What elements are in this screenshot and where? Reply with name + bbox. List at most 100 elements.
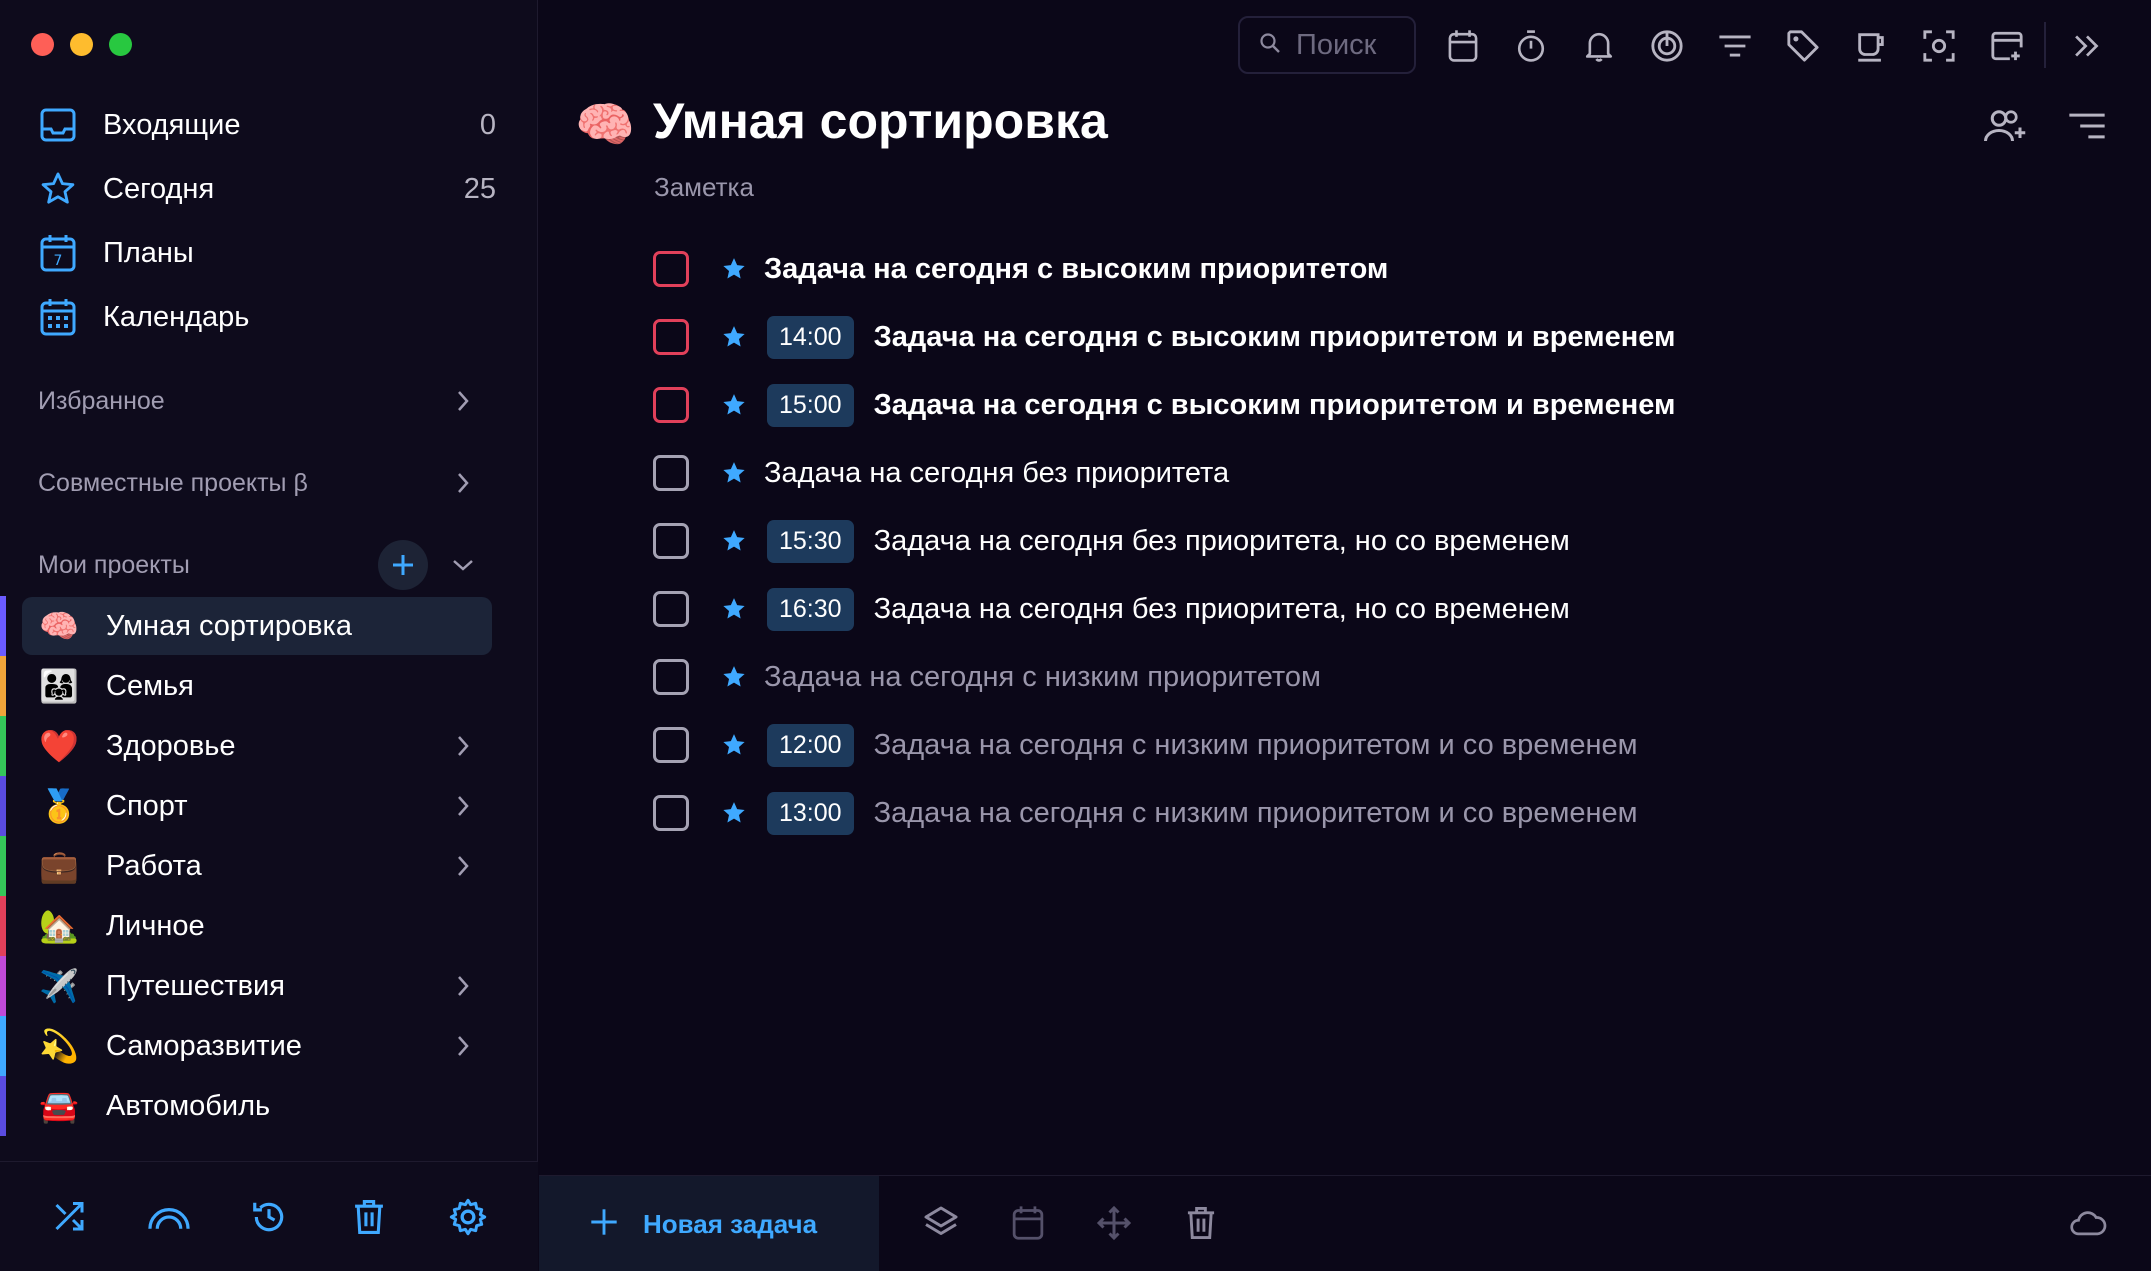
chevron-right-icon[interactable] [448, 971, 478, 1001]
expand-panel-icon[interactable] [2065, 24, 2109, 68]
add-calendar-icon[interactable] [1985, 24, 2029, 68]
star-icon [38, 169, 78, 209]
bell-icon[interactable] [1577, 24, 1621, 68]
task-checkbox[interactable] [653, 727, 689, 763]
nav-today[interactable]: Сегодня 25 [38, 160, 500, 218]
search-box[interactable] [1238, 16, 1416, 74]
task-title[interactable]: Задача на сегодня без приоритета, но со … [874, 593, 1570, 626]
task-checkbox[interactable] [653, 319, 689, 355]
task-row[interactable]: 16:30 Задача на сегодня без приоритета, н… [653, 581, 2053, 637]
task-title[interactable]: Задача на сегодня с низким приоритетом [764, 661, 1321, 694]
project-item[interactable]: 🏡 Личное [22, 897, 492, 955]
cloud-sync-icon[interactable] [2065, 1200, 2111, 1246]
schedule-calendar-icon[interactable] [1005, 1200, 1051, 1246]
section-label: Избранное [38, 386, 165, 415]
delete-task-icon[interactable] [1178, 1200, 1224, 1246]
star-icon [719, 798, 749, 828]
coffee-cup-icon[interactable] [1849, 24, 1893, 68]
project-item[interactable]: ✈️ Путешествия [22, 957, 492, 1015]
move-icon[interactable] [1091, 1200, 1137, 1246]
project-item[interactable]: 🧠 Умная сортировка [22, 597, 492, 655]
share-users-icon[interactable] [1980, 104, 2030, 148]
new-task-button[interactable]: Новая задача [539, 1176, 879, 1271]
search-input[interactable] [1296, 28, 1406, 62]
task-checkbox[interactable] [653, 523, 689, 559]
calendar-grid-icon [38, 297, 78, 337]
task-checkbox[interactable] [653, 659, 689, 695]
task-time-badge[interactable]: 13:00 [767, 791, 854, 835]
task-time-badge[interactable]: 15:00 [767, 383, 854, 427]
project-color-bar [0, 896, 6, 956]
task-checkbox[interactable] [653, 251, 689, 287]
history-icon[interactable] [247, 1195, 291, 1239]
add-project-button[interactable] [378, 540, 428, 590]
section-favorites[interactable]: Избранное [38, 376, 478, 426]
task-row[interactable]: 15:30 Задача на сегодня без приоритета, н… [653, 513, 2053, 569]
nav-plans[interactable]: 7 Планы [38, 224, 500, 282]
task-title[interactable]: Задача на сегодня с высоким приоритетом [764, 253, 1388, 286]
shuffle-icon[interactable] [48, 1195, 92, 1239]
chevron-down-icon[interactable] [448, 550, 478, 580]
section-shared-projects[interactable]: Совместные проекты β [38, 458, 478, 508]
project-item[interactable]: 💼 Работа [22, 837, 492, 895]
project-color-bar [0, 1016, 6, 1076]
project-item[interactable]: ❤️ Здоровье [22, 717, 492, 775]
task-time-badge[interactable]: 12:00 [767, 723, 854, 767]
screenshot-icon[interactable] [1917, 24, 1961, 68]
minimize-window-button[interactable] [70, 33, 93, 56]
task-title[interactable]: Задача на сегодня с низким приоритетом и… [874, 797, 1638, 830]
project-color-bar [0, 1076, 6, 1136]
task-title[interactable]: Задача на сегодня с низким приоритетом и… [874, 729, 1638, 762]
project-note[interactable]: Заметка [654, 172, 754, 203]
nav-label: Сегодня [103, 172, 215, 205]
rainbow-icon[interactable] [147, 1195, 191, 1239]
task-checkbox[interactable] [653, 591, 689, 627]
project-item[interactable]: 🥇 Спорт [22, 777, 492, 835]
zoom-window-button[interactable] [109, 33, 132, 56]
task-checkbox[interactable] [653, 387, 689, 423]
task-checkbox[interactable] [653, 455, 689, 491]
chevron-right-icon[interactable] [448, 1031, 478, 1061]
sidebar-bottom-bar [0, 1161, 538, 1271]
task-row[interactable]: 13:00 Задача на сегодня с низким приорите… [653, 785, 2053, 841]
task-time-badge[interactable]: 16:30 [767, 587, 854, 631]
nav-label: Планы [103, 236, 194, 269]
svg-text:7: 7 [54, 253, 63, 269]
task-title[interactable]: Задача на сегодня с высоким приоритетом … [874, 389, 1676, 422]
section-my-projects[interactable]: Мои проекты [38, 540, 478, 590]
task-time-badge[interactable]: 15:30 [767, 519, 854, 563]
task-row[interactable]: 15:00 Задача на сегодня с высоким приорит… [653, 377, 2053, 433]
tag-icon[interactable] [1781, 24, 1825, 68]
task-row[interactable]: Задача на сегодня без приоритета [653, 445, 2053, 501]
project-item[interactable]: 👨‍👩‍👧 Семья [22, 657, 492, 715]
project-item[interactable]: 🚘 Автомобиль [22, 1077, 492, 1135]
chevron-right-icon[interactable] [448, 731, 478, 761]
chevron-right-icon[interactable] [448, 851, 478, 881]
chevron-right-icon[interactable] [448, 791, 478, 821]
task-checkbox[interactable] [653, 795, 689, 831]
project-color-bar [0, 836, 6, 896]
focus-icon[interactable] [1645, 24, 1689, 68]
layers-icon[interactable] [918, 1200, 964, 1246]
project-emoji-icon: 🥇 [39, 787, 79, 825]
nav-calendar[interactable]: Календарь [38, 288, 500, 346]
trash-icon[interactable] [347, 1195, 391, 1239]
filter-icon[interactable] [1713, 24, 1757, 68]
task-title[interactable]: Задача на сегодня без приоритета, но со … [874, 525, 1570, 558]
task-title[interactable]: Задача на сегодня с высоким приоритетом … [874, 321, 1676, 354]
task-row[interactable]: Задача на сегодня с низким приоритетом [653, 649, 2053, 705]
task-row[interactable]: Задача на сегодня с высоким приоритетом [653, 241, 2053, 297]
task-row[interactable]: 12:00 Задача на сегодня с низким приорите… [653, 717, 2053, 773]
settings-gear-icon[interactable] [446, 1195, 490, 1239]
task-row[interactable]: 14:00 Задача на сегодня с высоким приорит… [653, 309, 2053, 365]
project-item[interactable]: 💫 Саморазвитие [22, 1017, 492, 1075]
main-panel: 🧠 Умная сортировка Заметка Задача на сег… [539, 0, 2151, 1271]
close-window-button[interactable] [31, 33, 54, 56]
sort-menu-icon[interactable] [2062, 104, 2112, 148]
task-title[interactable]: Задача на сегодня без приоритета [764, 457, 1229, 490]
nav-inbox[interactable]: Входящие 0 [38, 96, 500, 154]
task-time-badge[interactable]: 14:00 [767, 315, 854, 359]
timer-icon[interactable] [1509, 24, 1553, 68]
calendar-icon[interactable] [1441, 24, 1485, 68]
page-title[interactable]: Умная сортировка [653, 92, 1108, 150]
